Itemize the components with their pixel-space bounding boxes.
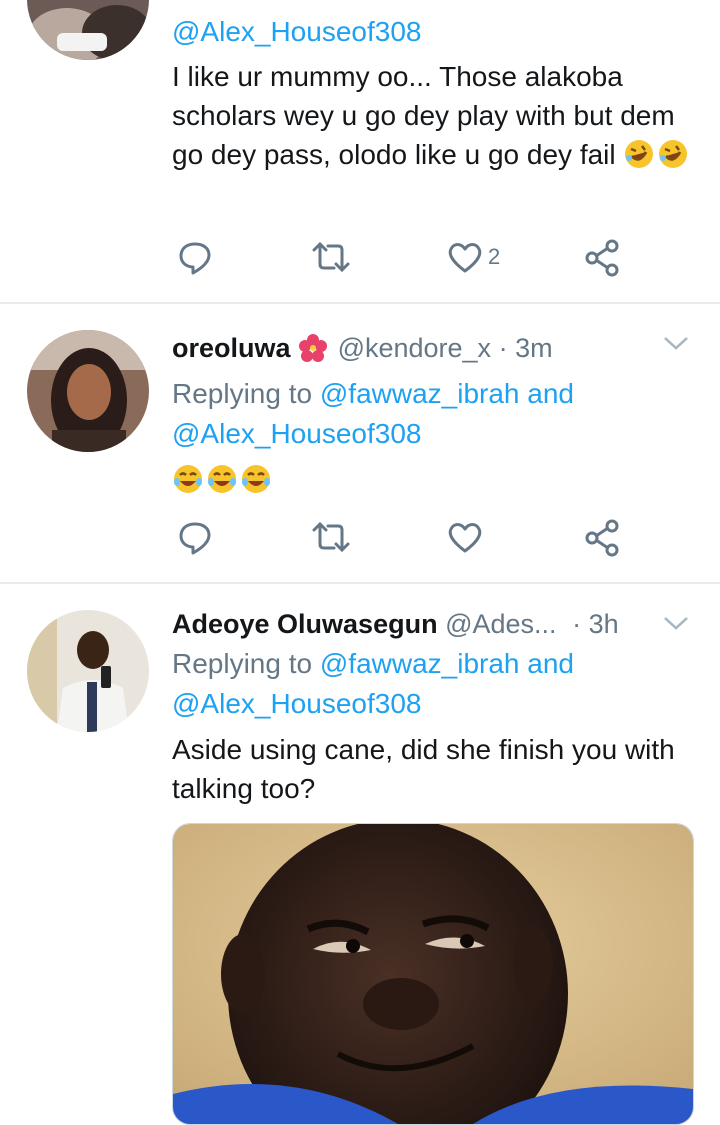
retweet-icon <box>312 521 350 553</box>
timestamp[interactable]: 3m <box>515 333 553 363</box>
like-icon <box>448 243 482 273</box>
like-button[interactable]: 2 <box>446 238 500 276</box>
display-name[interactable]: oreoluwa <box>172 333 291 363</box>
retweet-button[interactable] <box>310 518 352 556</box>
tweet-menu-button[interactable] <box>662 614 690 637</box>
like-icon <box>448 523 482 553</box>
tears-of-joy-emoji-icon <box>206 463 238 505</box>
rofl-emoji-icon <box>657 138 689 180</box>
replying-to: Replying to @fawwaz_ibrah and <box>172 378 574 409</box>
tweet-2[interactable]: oreoluwa @kendore_x · 3m Replying to @fa… <box>0 304 720 582</box>
reply-button[interactable] <box>176 238 214 276</box>
timestamp[interactable]: 3h <box>589 609 619 639</box>
share-button[interactable] <box>583 238 623 278</box>
reply-button[interactable] <box>176 518 214 556</box>
retweet-icon <box>312 241 350 273</box>
reply-icon <box>179 522 211 555</box>
tweet-text: I like ur mummy oo... Those alakoba scho… <box>172 57 692 180</box>
avatar[interactable] <box>27 610 149 732</box>
rofl-emoji-icon <box>623 138 655 180</box>
tweet-1[interactable]: @Alex_Houseof308 I like ur mummy oo... T… <box>0 0 720 302</box>
tweet-text <box>172 460 692 505</box>
like-count: 2 <box>488 244 501 269</box>
mention-link[interactable]: @fawwaz_ibrah <box>320 648 520 679</box>
hibiscus-emoji-icon <box>298 333 328 374</box>
user-handle[interactable]: @Ades... <box>445 609 556 639</box>
share-button[interactable] <box>583 518 623 558</box>
avatar[interactable] <box>27 330 149 452</box>
tweet-header: Adeoye Oluwasegun @Ades... · 3h <box>172 604 692 644</box>
tears-of-joy-emoji-icon <box>240 463 272 505</box>
chevron-down-icon <box>664 337 688 350</box>
share-icon <box>585 519 619 557</box>
mention-link[interactable]: @Alex_Houseof308 <box>172 418 421 449</box>
like-button[interactable] <box>446 518 484 556</box>
mention-link[interactable]: @Alex_Houseof308 <box>172 16 421 47</box>
avatar[interactable] <box>27 0 149 60</box>
display-name[interactable]: Adeoye Oluwasegun <box>172 609 438 639</box>
tweet-header: oreoluwa @kendore_x · 3m <box>172 328 692 374</box>
retweet-button[interactable] <box>310 238 352 276</box>
tweet-actions: 2 <box>0 238 720 278</box>
tears-of-joy-emoji-icon <box>172 463 204 505</box>
tweet-media-image[interactable] <box>172 823 694 1125</box>
chevron-down-icon <box>664 617 688 630</box>
share-icon <box>585 239 619 277</box>
mention-link[interactable]: @fawwaz_ibrah <box>320 378 520 409</box>
tweet-text: Aside using cane, did she finish you wit… <box>172 734 675 804</box>
reply-icon <box>179 242 211 275</box>
mention-link[interactable]: @Alex_Houseof308 <box>172 688 421 719</box>
tweet-menu-button[interactable] <box>662 334 690 357</box>
separator-dot: · <box>498 333 508 363</box>
user-handle[interactable]: @kendore_x <box>338 333 492 363</box>
separator-dot: · <box>572 609 582 639</box>
replying-to: Replying to @fawwaz_ibrah and <box>172 648 574 679</box>
replying-and[interactable]: and <box>527 378 574 409</box>
tweet-actions <box>0 518 720 558</box>
replying-and[interactable]: and <box>527 648 574 679</box>
